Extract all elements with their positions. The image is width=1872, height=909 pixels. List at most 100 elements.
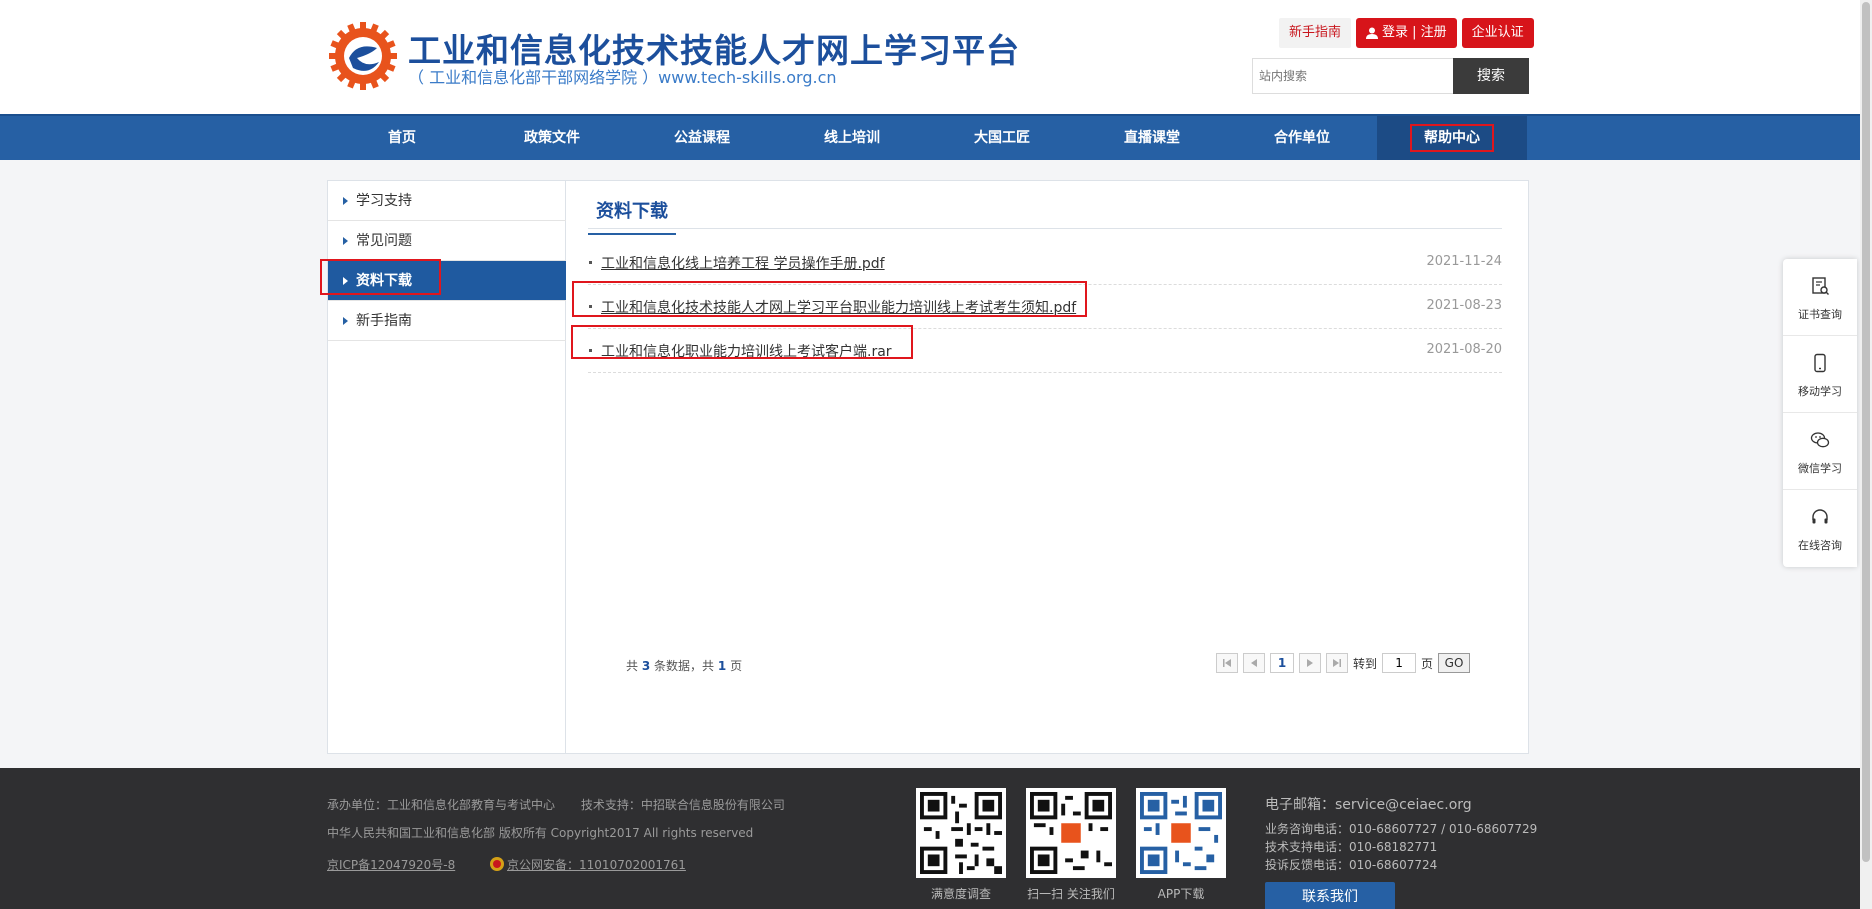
headset-icon [1812, 509, 1828, 524]
main-nav: 首页 政策文件 公益课程 线上培训 大国工匠 直播课堂 合作单位 帮助中心 [0, 114, 1860, 160]
nav-item-craftsmen[interactable]: 大国工匠 [927, 116, 1077, 160]
page-scrollbar[interactable] [1860, 0, 1872, 909]
page-unit-label: 页 [1421, 656, 1434, 671]
nav-item-policy[interactable]: 政策文件 [477, 116, 627, 160]
police-record[interactable]: 京公网安备：11010702001761 [489, 857, 686, 872]
sidebar-item-label: 常见问题 [356, 233, 412, 249]
go-button[interactable]: GO [1438, 653, 1471, 673]
arrow-right-icon [343, 237, 348, 245]
file-date: 2021-08-20 [1426, 342, 1502, 357]
police-link: 京公网安备：11010702001761 [507, 858, 686, 872]
nav-item-home[interactable]: 首页 [327, 116, 477, 160]
arrow-right-icon [343, 317, 348, 325]
nav-item-online-training[interactable]: 线上培训 [777, 116, 927, 160]
site-subtitle: （ 工业和信息化部干部网络学院 ）www.tech-skills.org.cn [408, 68, 837, 87]
police-badge-icon [490, 857, 505, 871]
nav-item-live-class[interactable]: 直播课堂 [1077, 116, 1227, 160]
float-item-label: 证书查询 [1798, 308, 1842, 321]
help-sidebar: 学习支持 常见问题 资料下载 新手指南 [320, 181, 566, 753]
arrow-right-icon [343, 197, 348, 205]
login-register-label: 登录 | 注册 [1382, 25, 1447, 40]
bullet-icon [589, 261, 592, 264]
content-panel: 学习支持 常见问题 资料下载 新手指南 资料下载 工业和信息化线上培养工程 学员… [320, 180, 1529, 754]
sidebar-item-faq[interactable]: 常见问题 [328, 221, 566, 261]
sidebar-item-label: 学习支持 [356, 193, 412, 209]
top-actions: 新手指南 登录 | 注册 企业认证 [1279, 18, 1534, 48]
next-page-button[interactable] [1299, 653, 1321, 673]
goto-label: 转到 [1353, 656, 1378, 671]
highlight-box [571, 325, 913, 359]
footer-email: 电子邮箱：service@ceiaec.org [1265, 797, 1472, 813]
float-panel: 证书查询 移动学习 微信学习 在线咨询 [1783, 259, 1857, 567]
float-item-certificate[interactable]: 证书查询 [1783, 259, 1857, 336]
nav-item-help-label: 帮助中心 [1410, 124, 1494, 152]
sidebar-item-beginner-guide[interactable]: 新手指南 [328, 301, 566, 341]
wechat-icon [1810, 432, 1830, 448]
search-button[interactable]: 搜索 [1453, 58, 1529, 94]
first-page-icon [1223, 659, 1231, 667]
certificate-search-icon [1812, 277, 1829, 295]
list-item: 工业和信息化职业能力培训线上考试客户端.rar 2021-08-20 [571, 325, 1502, 373]
last-page-button[interactable] [1326, 653, 1348, 673]
footer-record-line: 京ICP备12047920号-8 京公网安备：11010702001761 [327, 856, 686, 873]
float-item-label: 在线咨询 [1798, 539, 1842, 552]
sidebar-item-label: 新手指南 [356, 313, 412, 329]
login-register-button[interactable]: 登录 | 注册 [1356, 18, 1457, 48]
total-records: 3 [641, 659, 651, 673]
first-page-button[interactable] [1216, 653, 1238, 673]
pagination-text: 页 [730, 659, 743, 673]
qr-label: APP下载 [1157, 887, 1205, 901]
mobile-phone-icon [1814, 353, 1826, 373]
current-page[interactable]: 1 [1270, 653, 1294, 673]
prev-page-button[interactable] [1243, 653, 1265, 673]
list-item: 工业和信息化技术技能人才网上学习平台职业能力培训线上考试考生须知.pdf 202… [572, 281, 1502, 329]
total-pages: 1 [717, 659, 727, 673]
site-header: 工业和信息化技术技能人才网上学习平台 （ 工业和信息化部干部网络学院 ）www.… [0, 0, 1872, 114]
enterprise-cert-button[interactable]: 企业认证 [1461, 18, 1534, 48]
icp-link[interactable]: 京ICP备12047920号-8 [327, 858, 455, 872]
last-page-icon [1333, 659, 1341, 667]
highlight-box [320, 259, 441, 295]
nav-item-public-courses[interactable]: 公益课程 [627, 116, 777, 160]
float-item-online-consult[interactable]: 在线咨询 [1783, 490, 1857, 567]
follow-qr-code [1026, 788, 1116, 878]
footer-organizer-line: 承办单位：工业和信息化部教育与考试中心 技术支持：中招联合信息股份有限公司 [327, 796, 785, 813]
prev-page-icon [1251, 659, 1257, 667]
next-page-icon [1307, 659, 1313, 667]
pagination: 1 转到 页 GO [1216, 653, 1471, 673]
survey-qr-code [916, 788, 1006, 878]
scrollbar-thumb[interactable] [1862, 2, 1870, 862]
float-item-label: 微信学习 [1798, 462, 1842, 475]
site-logo-icon[interactable] [327, 20, 399, 92]
highlight-box [572, 281, 1087, 317]
guide-button[interactable]: 新手指南 [1279, 18, 1352, 48]
pagination-text: 条数据，共 [654, 659, 715, 673]
float-item-wechat[interactable]: 微信学习 [1783, 413, 1857, 490]
goto-page-input[interactable] [1382, 653, 1417, 673]
qr-label: 扫一扫 关注我们 [1027, 887, 1115, 901]
float-item-mobile[interactable]: 移动学习 [1783, 336, 1857, 413]
file-link[interactable]: 工业和信息化线上培养工程 学员操作手册.pdf [601, 253, 885, 273]
footer-organizer: 承办单位：工业和信息化部教育与考试中心 [327, 798, 556, 812]
file-date: 2021-11-24 [1426, 254, 1502, 269]
nav-item-help-center[interactable]: 帮助中心 [1377, 116, 1527, 160]
qr-code-icon [1030, 792, 1112, 874]
footer-tech-support: 技术支持：中招联合信息股份有限公司 [580, 798, 785, 812]
footer-phone-complaint: 投诉反馈电话：010-68607724 [1265, 858, 1438, 872]
nav-item-partners[interactable]: 合作单位 [1227, 116, 1377, 160]
list-item: 工业和信息化线上培养工程 学员操作手册.pdf 2021-11-24 [588, 241, 1502, 285]
file-date: 2021-08-23 [1426, 298, 1502, 313]
footer-copyright: 中华人民共和国工业和信息化部 版权所有 Copyright2017 All ri… [327, 826, 754, 840]
site-footer: 承办单位：工业和信息化部教育与考试中心 技术支持：中招联合信息股份有限公司 中华… [0, 768, 1860, 909]
sidebar-item-learning-support[interactable]: 学习支持 [328, 181, 566, 221]
qr-code-icon [920, 792, 1002, 874]
title-divider [588, 228, 1502, 229]
pagination-text: 共 [626, 659, 639, 673]
footer-phone-tech: 技术支持电话：010-68182771 [1265, 840, 1438, 854]
sidebar-item-downloads[interactable]: 资料下载 [320, 259, 566, 301]
footer-phone-business: 业务咨询电话：010-68607727 / 010-68607729 [1265, 822, 1538, 836]
contact-us-button[interactable]: 联系我们 [1265, 882, 1395, 909]
app-download-qr-code [1136, 788, 1226, 878]
search-input[interactable] [1252, 58, 1454, 94]
qr-code-icon [1140, 792, 1222, 874]
